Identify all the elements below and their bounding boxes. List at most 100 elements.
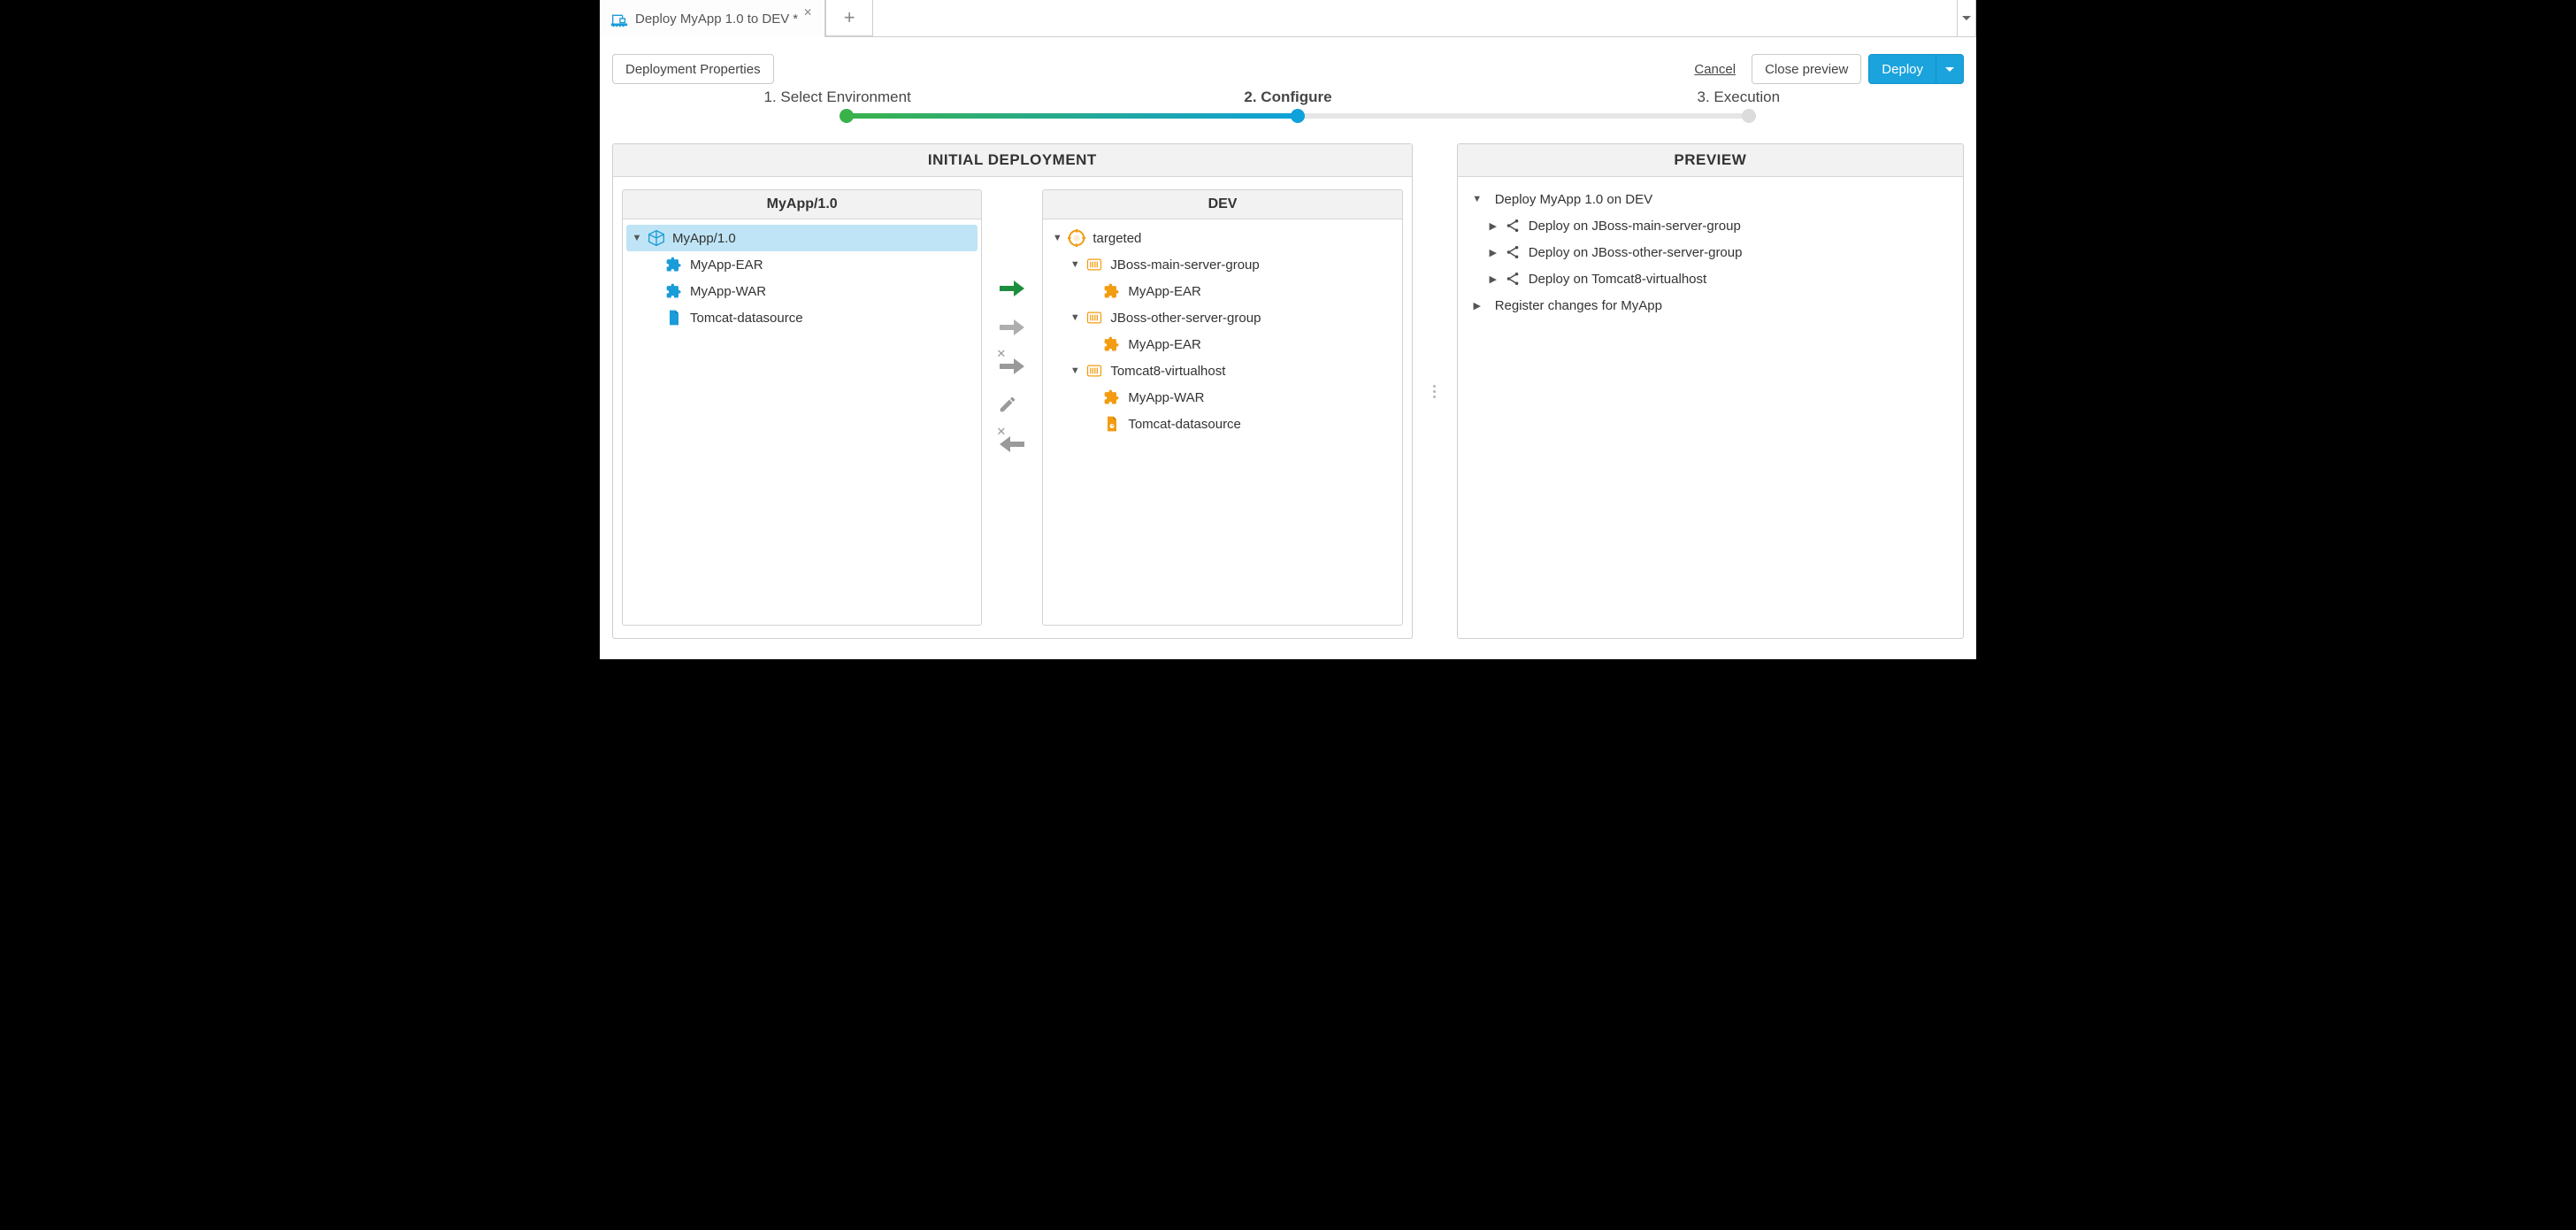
node-label: Register changes for MyApp bbox=[1495, 298, 1662, 313]
close-icon[interactable]: ✕ bbox=[803, 6, 812, 19]
node-label: MyApp-EAR bbox=[690, 258, 763, 273]
chevron-down-icon bbox=[1962, 16, 1971, 20]
preview-node-register[interactable]: ▶ Register changes for MyApp bbox=[1467, 292, 1952, 319]
preview-node-item[interactable]: ▶ Deploy on JBoss-main-server-group bbox=[1467, 212, 1952, 239]
tree-node-tomcat-ds[interactable]: Tomcat-datasource bbox=[626, 304, 978, 331]
tree-node-myapp-ear[interactable]: MyApp-EAR bbox=[626, 251, 978, 278]
container-icon bbox=[1084, 307, 1105, 328]
puzzle-icon bbox=[1101, 334, 1123, 355]
deploy-dropdown-button[interactable] bbox=[1936, 54, 1964, 84]
initial-deployment-header: INITIAL DEPLOYMENT bbox=[928, 151, 1097, 168]
node-label: JBoss-main-server-group bbox=[1110, 258, 1259, 273]
add-tab-button[interactable]: + bbox=[825, 0, 873, 36]
puzzle-icon bbox=[1101, 281, 1123, 302]
tree-node-app-root[interactable]: ▼ MyApp/1.0 bbox=[626, 225, 978, 251]
tab-title: Deploy MyApp 1.0 to DEV bbox=[635, 12, 789, 27]
top-action-row: Deployment Properties Cancel Close previ… bbox=[612, 51, 1964, 87]
step-2-dot[interactable] bbox=[1291, 109, 1305, 123]
toggle-icon[interactable]: ▶ bbox=[1470, 300, 1484, 311]
step-2-label[interactable]: 2. Configure bbox=[1062, 88, 1513, 106]
toggle-icon[interactable]: ▼ bbox=[1470, 194, 1484, 204]
tree-node-group[interactable]: ▼ JBoss-main-server-group bbox=[1046, 251, 1398, 278]
toggle-icon[interactable]: ▼ bbox=[1068, 259, 1082, 270]
tabstrip-overflow-button[interactable] bbox=[1957, 0, 1976, 37]
wizard-stepper: 1. Select Environment 2. Configure 3. Ex… bbox=[612, 92, 1964, 127]
close-preview-button[interactable]: Close preview bbox=[1752, 54, 1861, 84]
cancel-link[interactable]: Cancel bbox=[1694, 62, 1736, 77]
node-label: MyApp-EAR bbox=[1128, 284, 1201, 299]
step-1-label[interactable]: 1. Select Environment bbox=[612, 88, 1062, 106]
toggle-icon[interactable]: ▶ bbox=[1486, 273, 1500, 285]
file-icon bbox=[663, 307, 685, 328]
deployment-properties-button[interactable]: Deployment Properties bbox=[612, 54, 774, 84]
stepper-track bbox=[845, 113, 1751, 119]
node-label: JBoss-other-server-group bbox=[1110, 311, 1261, 326]
preview-node-root[interactable]: ▼ Deploy MyApp 1.0 on DEV bbox=[1467, 186, 1952, 212]
mapping-controls: ✕ ✕ bbox=[991, 189, 1033, 626]
share-icon bbox=[1502, 268, 1523, 289]
map-right-button[interactable] bbox=[998, 317, 1026, 338]
node-label: Deploy on JBoss-main-server-group bbox=[1529, 219, 1741, 234]
file-icon bbox=[1101, 413, 1123, 434]
edit-mapping-button[interactable] bbox=[998, 395, 1026, 416]
node-label: Tomcat8-virtualhost bbox=[1110, 364, 1225, 379]
toggle-icon[interactable]: ▶ bbox=[1486, 220, 1500, 232]
share-icon bbox=[1502, 242, 1523, 263]
container-icon bbox=[1084, 254, 1105, 275]
plus-icon: + bbox=[844, 8, 855, 27]
target-panel: DEV ▼ targeted ▼ JBoss-main-server- bbox=[1042, 189, 1402, 626]
puzzle-icon bbox=[663, 281, 685, 302]
chevron-down-icon bbox=[1945, 67, 1954, 72]
map-right-remove-button[interactable]: ✕ bbox=[998, 356, 1026, 377]
tree-node-item[interactable]: Tomcat-datasource bbox=[1046, 411, 1398, 437]
target-tree: ▼ targeted ▼ JBoss-main-server-group bbox=[1043, 219, 1401, 625]
deploy-icon bbox=[609, 8, 630, 29]
tree-node-myapp-war[interactable]: MyApp-WAR bbox=[626, 278, 978, 304]
tab-dirty-indicator: * bbox=[793, 12, 798, 27]
puzzle-icon bbox=[663, 254, 685, 275]
tree-node-group[interactable]: ▼ Tomcat8-virtualhost bbox=[1046, 357, 1398, 384]
toggle-icon[interactable]: ▼ bbox=[1050, 233, 1064, 243]
node-label: Tomcat-datasource bbox=[1128, 417, 1241, 432]
node-label: Deploy MyApp 1.0 on DEV bbox=[1495, 192, 1652, 207]
step-3-label: 3. Execution bbox=[1514, 88, 1964, 106]
step-1-dot[interactable] bbox=[840, 109, 854, 123]
target-header: DEV bbox=[1043, 190, 1401, 219]
deploy-button[interactable]: Deploy bbox=[1868, 54, 1936, 84]
node-label: targeted bbox=[1092, 231, 1141, 246]
source-tree: ▼ MyApp/1.0 MyApp-EAR MyApp-WAR bbox=[623, 219, 981, 625]
node-label: MyApp-WAR bbox=[690, 284, 766, 299]
preview-panel: PREVIEW ▼ Deploy MyApp 1.0 on DEV ▶ Depl… bbox=[1457, 143, 1964, 639]
share-icon bbox=[1502, 215, 1523, 236]
tree-node-item[interactable]: MyApp-WAR bbox=[1046, 384, 1398, 411]
toggle-icon[interactable]: ▼ bbox=[1068, 312, 1082, 323]
node-label: MyApp-WAR bbox=[1128, 390, 1204, 405]
puzzle-icon bbox=[1101, 387, 1123, 408]
node-label: MyApp-EAR bbox=[1128, 337, 1201, 352]
panel-resize-handle[interactable] bbox=[1429, 143, 1441, 639]
initial-deployment-panel: INITIAL DEPLOYMENT MyApp/1.0 ▼ MyApp/1.0 bbox=[612, 143, 1413, 639]
source-panel: MyApp/1.0 ▼ MyApp/1.0 MyApp-EAR bbox=[622, 189, 982, 626]
tree-node-item[interactable]: MyApp-EAR bbox=[1046, 278, 1398, 304]
map-right-active-button[interactable] bbox=[998, 278, 1026, 299]
target-icon bbox=[1066, 227, 1087, 249]
tree-node-targeted[interactable]: ▼ targeted bbox=[1046, 225, 1398, 251]
preview-header: PREVIEW bbox=[1674, 151, 1746, 168]
toggle-icon[interactable]: ▼ bbox=[630, 233, 644, 243]
toggle-icon[interactable]: ▼ bbox=[1068, 365, 1082, 376]
tree-node-item[interactable]: MyApp-EAR bbox=[1046, 331, 1398, 357]
unmap-left-button[interactable]: ✕ bbox=[998, 434, 1026, 455]
node-label: MyApp/1.0 bbox=[672, 231, 736, 246]
tab-deploy[interactable]: Deploy MyApp 1.0 to DEV * ✕ bbox=[600, 0, 825, 37]
step-3-dot bbox=[1742, 109, 1756, 123]
package-icon bbox=[646, 227, 667, 249]
container-icon bbox=[1084, 360, 1105, 381]
tree-node-group[interactable]: ▼ JBoss-other-server-group bbox=[1046, 304, 1398, 331]
preview-node-item[interactable]: ▶ Deploy on Tomcat8-virtualhost bbox=[1467, 265, 1952, 292]
preview-tree: ▼ Deploy MyApp 1.0 on DEV ▶ Deploy on JB… bbox=[1458, 177, 1963, 327]
toggle-icon[interactable]: ▶ bbox=[1486, 247, 1500, 258]
tabstrip: Deploy MyApp 1.0 to DEV * ✕ + bbox=[600, 0, 1976, 37]
source-header: MyApp/1.0 bbox=[623, 190, 981, 219]
preview-node-item[interactable]: ▶ Deploy on JBoss-other-server-group bbox=[1467, 239, 1952, 265]
node-label: Tomcat-datasource bbox=[690, 311, 803, 326]
